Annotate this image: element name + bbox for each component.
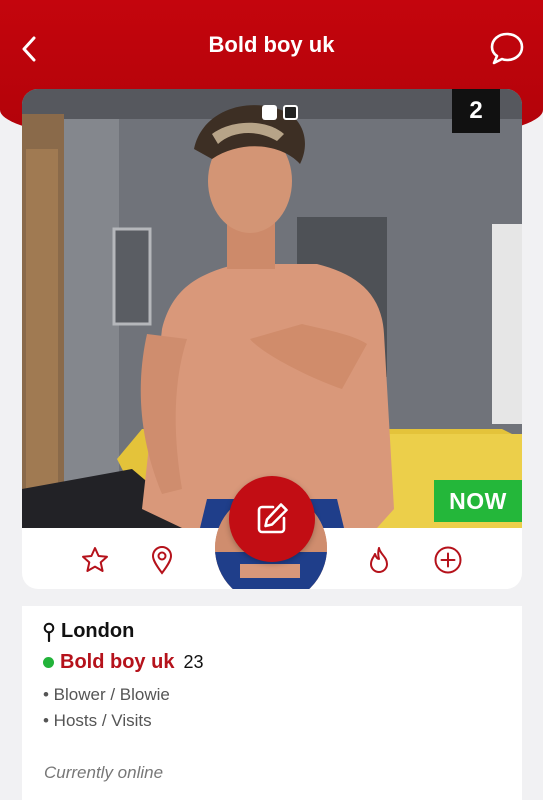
page-title: Bold boy uk — [208, 32, 335, 57]
profile-age: 23 — [183, 652, 204, 672]
profile-card: 2 NOW — [22, 89, 522, 589]
location-pin-icon — [43, 622, 55, 642]
profile-name: Bold boy uk — [60, 651, 175, 673]
online-status: Currently online — [44, 763, 164, 782]
location-row: London — [43, 620, 134, 643]
tag-item: • Hosts / Visits — [43, 711, 152, 730]
page-dot-2[interactable] — [283, 105, 298, 120]
edit-button[interactable] — [229, 476, 315, 562]
page-dot-1[interactable] — [262, 105, 277, 120]
map-pin-icon — [151, 546, 173, 575]
chat-button[interactable] — [489, 30, 525, 66]
add-button[interactable] — [432, 544, 464, 576]
favorite-button[interactable] — [79, 544, 111, 576]
now-badge: NOW — [434, 480, 522, 522]
location-button[interactable] — [146, 544, 178, 576]
photo-count-badge: 2 — [452, 89, 500, 133]
plus-circle-icon — [434, 546, 462, 574]
fire-icon — [370, 547, 388, 573]
tag-item: • Blower / Blowie — [43, 685, 170, 704]
online-indicator — [43, 657, 54, 668]
photo-pagination — [262, 105, 298, 120]
location-label: London — [61, 620, 135, 642]
profile-info: London Bold boy uk 23 • Blower / Blowie … — [22, 606, 522, 800]
chat-bubble-icon — [490, 32, 524, 65]
tag-list: • Blower / Blowie • Hosts / Visits — [43, 682, 170, 734]
name-row: Bold boy uk 23 — [43, 651, 203, 674]
star-icon — [82, 547, 108, 572]
hot-button[interactable] — [363, 544, 395, 576]
photo-illustration — [22, 89, 522, 528]
edit-icon — [257, 503, 288, 534]
profile-photo[interactable]: 2 NOW — [22, 89, 522, 528]
